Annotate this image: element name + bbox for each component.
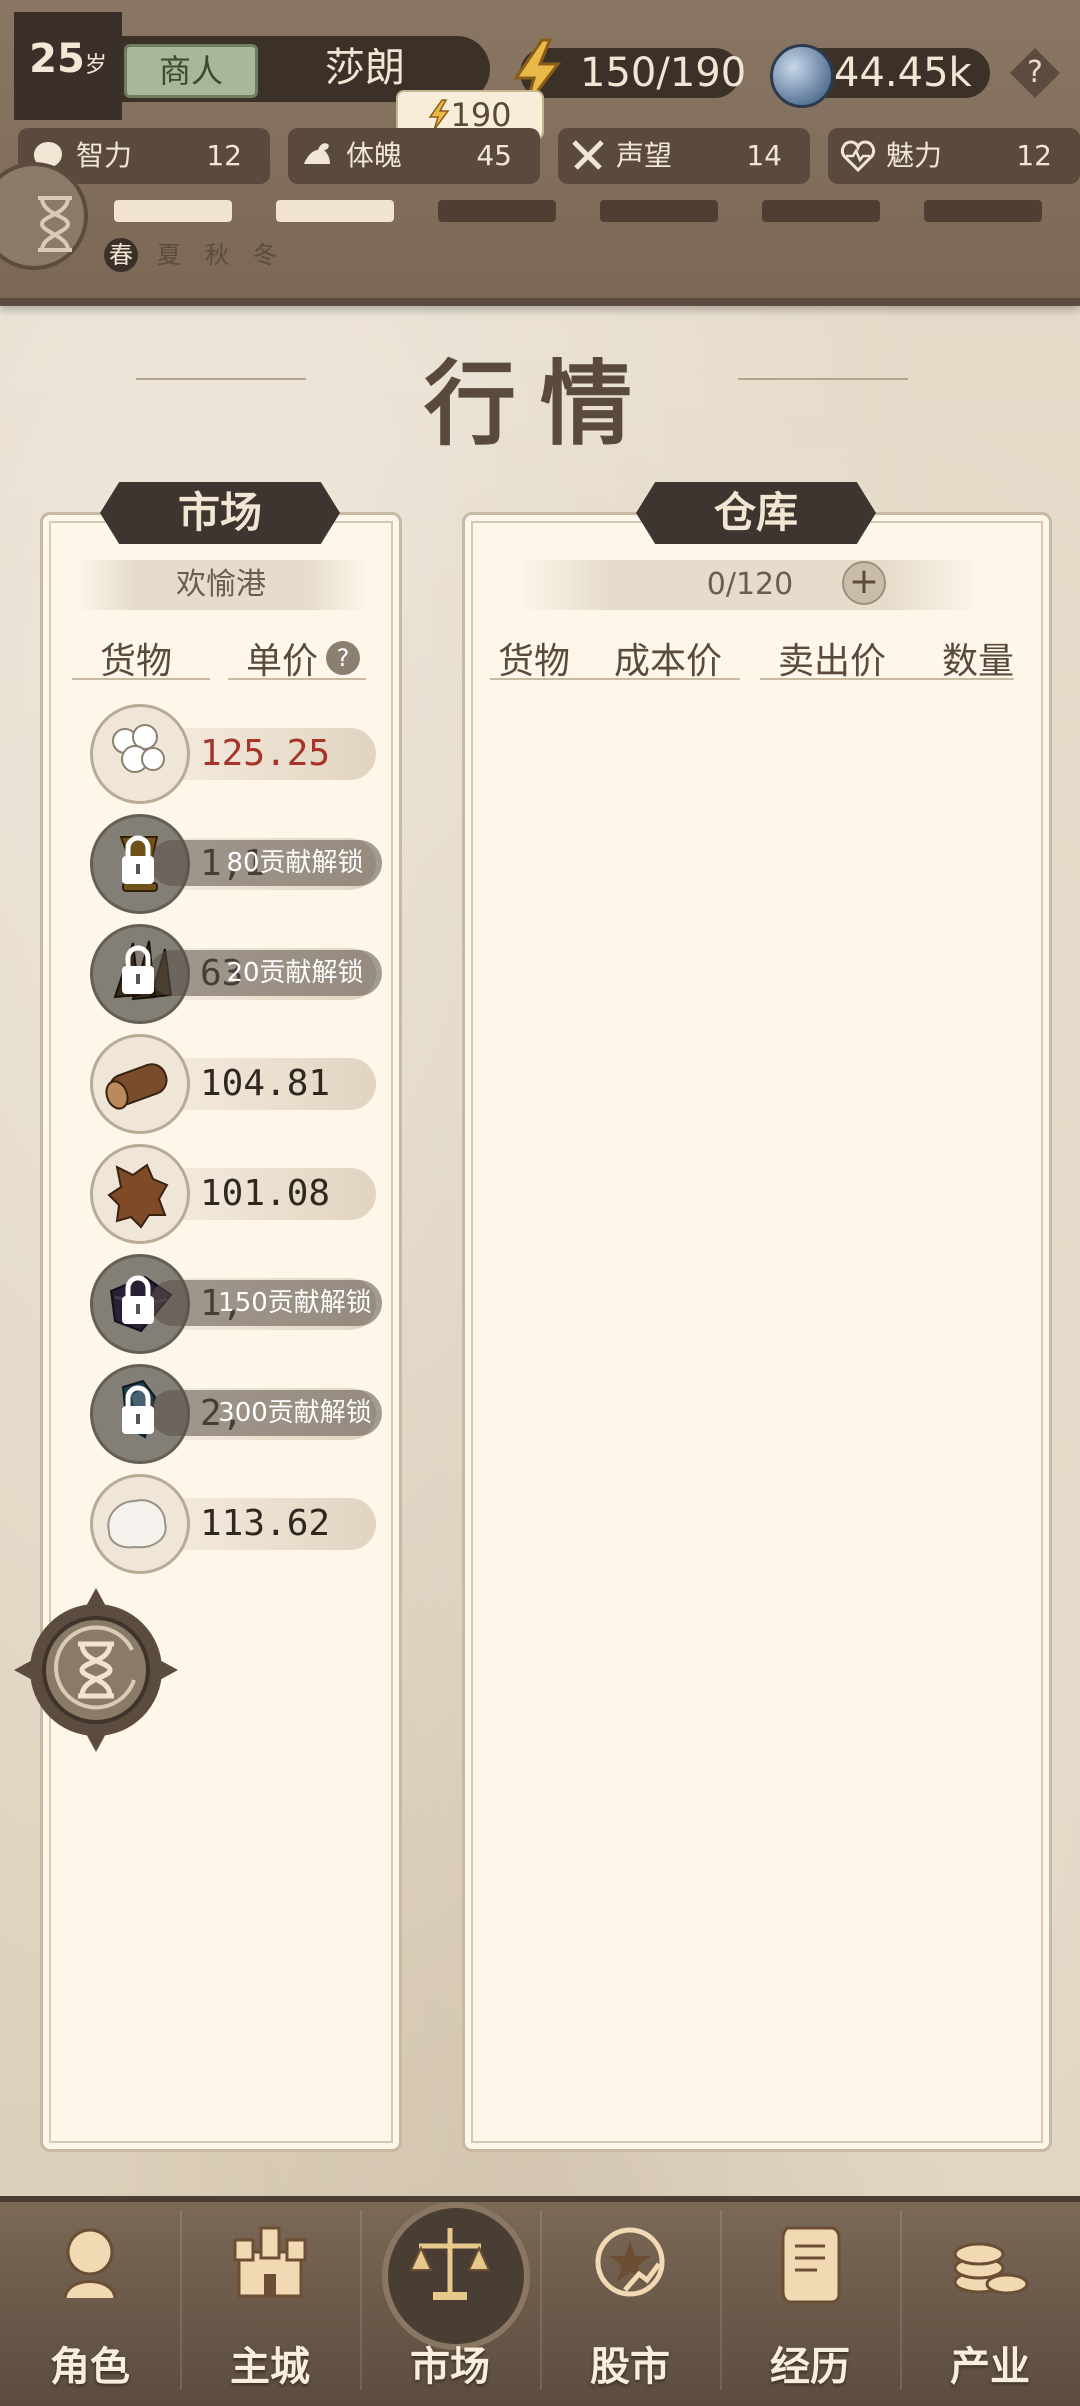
nav-scroll[interactable]: 经历 bbox=[720, 2196, 900, 2400]
wood-log-icon bbox=[90, 1034, 190, 1134]
scales-icon bbox=[405, 2218, 495, 2308]
stat-label: 体魄 bbox=[346, 139, 403, 172]
stat-value: 45 bbox=[476, 139, 512, 172]
warehouse-col-line bbox=[490, 678, 740, 680]
player-name: 莎朗 bbox=[325, 45, 405, 91]
nav-separator bbox=[720, 2210, 722, 2390]
goods-price: 125.25 bbox=[200, 733, 331, 774]
unlock-requirement: 80贡献解锁 bbox=[226, 848, 364, 878]
goods-price: 113.62 bbox=[200, 1503, 331, 1544]
age-label: 25岁 bbox=[29, 36, 107, 82]
role-tag: 商人 bbox=[124, 44, 258, 98]
nav-label: 市场 bbox=[410, 2343, 490, 2390]
crossed-swords-icon bbox=[572, 140, 604, 170]
market-tag: 市场 bbox=[100, 482, 340, 544]
page-title: 行情 bbox=[423, 350, 656, 458]
plus-icon: + bbox=[848, 561, 880, 602]
nav-coins[interactable]: 产业 bbox=[900, 2196, 1080, 2400]
goods-price: 104.81 bbox=[200, 1063, 331, 1104]
nav-label: 产业 bbox=[950, 2343, 1030, 2390]
muscle-icon bbox=[304, 143, 330, 164]
energy-value: 150/190 bbox=[580, 50, 747, 96]
stat-physique[interactable]: 体魄 45 bbox=[288, 128, 540, 184]
season-summer: 夏 bbox=[157, 241, 181, 269]
stat-label: 魅力 bbox=[886, 139, 943, 172]
warehouse-col-line bbox=[760, 678, 1014, 680]
lock-icon bbox=[118, 1274, 158, 1326]
unlock-requirement: 150贡献解锁 bbox=[218, 1288, 372, 1318]
progress-segment bbox=[762, 200, 880, 222]
progress-segment bbox=[114, 200, 232, 222]
goods-price: 101.08 bbox=[200, 1173, 331, 1214]
lock-icon bbox=[118, 944, 158, 996]
nav-label: 主城 bbox=[230, 2343, 310, 2390]
progress-segment bbox=[438, 200, 556, 222]
nav-separator bbox=[360, 2210, 362, 2390]
castle-icon bbox=[225, 2218, 315, 2308]
warehouse-tag: 仓库 bbox=[636, 482, 876, 544]
nav-stock-market[interactable]: 股市 bbox=[540, 2196, 720, 2400]
time-advance-button[interactable] bbox=[14, 1588, 178, 1752]
season-spring: 春 bbox=[104, 238, 138, 272]
season-autumn: 秋 bbox=[205, 241, 229, 269]
coin-value: 44.45k bbox=[834, 50, 972, 96]
warehouse-col-goods: 货物 bbox=[498, 641, 571, 682]
stat-charm[interactable]: 魅力 12 bbox=[828, 128, 1080, 184]
nav-character[interactable]: 角色 bbox=[0, 2196, 180, 2400]
stat-value: 14 bbox=[746, 139, 782, 172]
warehouse-col-cost: 成本价 bbox=[614, 641, 723, 682]
character-icon bbox=[45, 2218, 135, 2308]
warehouse-capacity-band: 0/120 bbox=[520, 560, 980, 610]
stat-label: 智力 bbox=[76, 139, 133, 172]
price-help-icon[interactable]: ? bbox=[326, 641, 360, 675]
unlock-requirement: 300贡献解锁 bbox=[218, 1398, 372, 1428]
warehouse-panel bbox=[462, 512, 1052, 2152]
nav-castle[interactable]: 主城 bbox=[180, 2196, 360, 2400]
expand-warehouse-button[interactable]: + bbox=[842, 561, 886, 605]
stat-value: 12 bbox=[1016, 139, 1052, 172]
market-location[interactable]: 欢愉港 bbox=[76, 560, 366, 610]
nav-separator bbox=[900, 2210, 902, 2390]
lightning-icon bbox=[429, 99, 450, 131]
hourglass-compass-icon bbox=[14, 1588, 178, 1752]
warehouse-capacity: 0/120 bbox=[706, 567, 794, 602]
nav-label: 经历 bbox=[770, 2343, 850, 2390]
market-col-goods: 货物 bbox=[100, 641, 173, 682]
unlock-requirement: 20贡献解锁 bbox=[226, 958, 364, 988]
stat-label: 声望 bbox=[616, 139, 673, 172]
warehouse-col-sell: 卖出价 bbox=[778, 641, 887, 682]
season-winter: 冬 bbox=[253, 241, 277, 269]
progress-segment bbox=[924, 200, 1042, 222]
nav-label: 股市 bbox=[590, 2343, 670, 2390]
leather-hide-icon bbox=[90, 1144, 190, 1244]
market-col-line bbox=[72, 678, 210, 680]
stat-value: 12 bbox=[206, 139, 242, 172]
nav-separator bbox=[180, 2210, 182, 2390]
stat-reputation[interactable]: 声望 14 bbox=[558, 128, 810, 184]
warehouse-col-qty: 数量 bbox=[942, 641, 1015, 682]
lock-icon bbox=[118, 1384, 158, 1436]
nav-separator bbox=[540, 2210, 542, 2390]
hourglass-icon bbox=[38, 196, 72, 252]
progress-segment bbox=[600, 200, 718, 222]
progress-segment bbox=[276, 200, 394, 222]
stock-market-icon bbox=[585, 2218, 675, 2308]
lock-icon bbox=[118, 834, 158, 886]
coin-icon bbox=[770, 44, 834, 108]
scroll-icon bbox=[765, 2218, 855, 2308]
coins-icon bbox=[945, 2218, 1035, 2308]
salt-rock-icon bbox=[90, 1474, 190, 1574]
nav-scales[interactable]: 市场 bbox=[360, 2196, 540, 2400]
market-col-price: 单价 bbox=[246, 641, 319, 682]
market-col-line bbox=[228, 678, 366, 680]
cotton-icon bbox=[90, 704, 190, 804]
nav-label: 角色 bbox=[50, 2343, 130, 2390]
heart-icon bbox=[840, 140, 876, 173]
